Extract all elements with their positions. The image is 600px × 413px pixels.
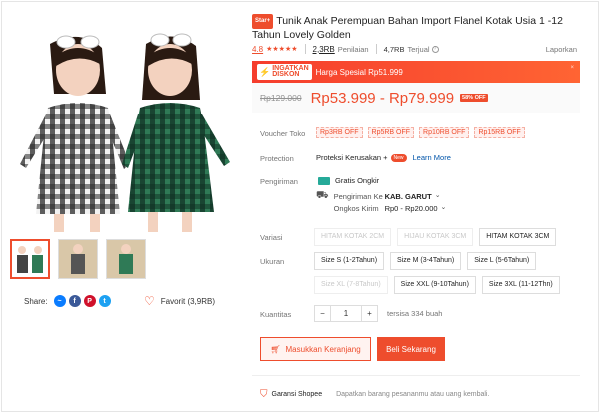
guarantee-row: ⛉ Garansi Shopee Dapatkan barang pesanan… xyxy=(260,389,489,400)
twitter-icon[interactable]: t xyxy=(98,295,111,307)
free-shipping-text: Gratis Ongkir xyxy=(335,176,380,185)
pinterest-icon[interactable]: P xyxy=(83,295,96,307)
stats-divider xyxy=(375,44,377,54)
protection-label: Protection xyxy=(260,154,294,163)
new-badge: New xyxy=(390,153,407,162)
size-option[interactable]: Size XXL (9-10Tahun) xyxy=(393,276,476,294)
variation-option[interactable]: HITAM KOTAK 3CM xyxy=(479,228,557,246)
chevron-down-icon[interactable]: ⌄ xyxy=(441,203,447,215)
thumbnail-strip xyxy=(10,239,146,279)
protection-row: Proteksi Kerusakan + New Learn More xyxy=(316,153,451,162)
thumbnail-3[interactable] xyxy=(106,239,146,279)
free-shipping-icon xyxy=(318,176,330,185)
favorite-label: Favorit (3,9RB) xyxy=(160,296,215,306)
report-link[interactable]: Laporkan xyxy=(546,45,577,54)
learn-more-link[interactable]: Learn More xyxy=(413,153,451,162)
shipping-cost-label: Ongkos Kirim xyxy=(333,204,379,213)
rating-value[interactable]: 4.8 xyxy=(252,45,263,54)
bolt-icon: ⚡ xyxy=(259,66,271,77)
voucher-chip[interactable]: Rp10RB OFF xyxy=(419,127,470,138)
flash-sale-text: Harga Spesial Rp51.999 xyxy=(315,67,403,77)
thumbnail-1[interactable] xyxy=(10,239,50,279)
add-to-cart-label: Masukkan Keranjang xyxy=(285,344,361,354)
share-label: Share: xyxy=(24,296,48,306)
favorite-button[interactable]: ♡ Favorit (3,9RB) xyxy=(144,295,215,307)
messenger-icon[interactable]: ~ xyxy=(53,295,66,307)
voucher-chip[interactable]: Rp5RB OFF xyxy=(367,127,415,138)
share-row: Share: ~ f P t xyxy=(24,295,111,307)
size-option[interactable]: Size M (3-4Tahun) xyxy=(390,252,462,270)
quantity-stepper: − 1 + tersisa 334 buah xyxy=(314,305,442,322)
decrease-button[interactable]: − xyxy=(314,305,331,322)
guarantee-description: Dapatkan barang pesananmu atau uang kemb… xyxy=(336,391,490,398)
size-option[interactable]: Size S (1-2Tahun) xyxy=(314,252,385,270)
buy-now-label: Beli Sekarang xyxy=(386,344,436,354)
sold-label: Terjual xyxy=(407,44,430,54)
truck-icon: ⛟ xyxy=(316,190,329,201)
variation-label: Variasi xyxy=(260,233,283,242)
voucher-chip[interactable]: Rp15RB OFF xyxy=(474,127,525,138)
protection-text: Proteksi Kerusakan + xyxy=(316,153,388,162)
rating-label: Penilaian xyxy=(337,44,369,54)
current-price: Rp53.999 - Rp79.999 xyxy=(310,89,455,107)
variation-options: HITAM KOTAK 2CM HIJAU KOTAK 3CM HITAM KO… xyxy=(314,228,582,246)
product-stats: 4.8 ★★★★★ 2,3RB Penilaian 4,7RB Terjual … xyxy=(252,44,577,54)
product-title-text: Tunik Anak Perempuan Bahan Import Flanel… xyxy=(252,15,563,41)
size-options: Size S (1-2Tahun) Size M (3-4Tahun) Size… xyxy=(314,252,564,294)
flash-sale-banner: ⚡ INGATKAN DISKON Harga Spesial Rp51.999 … xyxy=(252,61,580,83)
ingatkan-diskon-logo: ⚡ INGATKAN DISKON xyxy=(257,64,312,80)
voucher-label: Voucher Toko xyxy=(260,129,306,138)
variation-option[interactable]: HIJAU KOTAK 3CM xyxy=(397,228,474,246)
ship-to-label: Pengiriman Ke xyxy=(333,192,383,201)
star-plus-badge: Star+ xyxy=(252,14,274,29)
close-icon[interactable]: × xyxy=(570,65,574,71)
flash-logo-line2: DISKON xyxy=(272,71,300,78)
variation-option[interactable]: HITAM KOTAK 2CM xyxy=(314,228,392,246)
ship-to-value[interactable]: KAB. GARUT xyxy=(385,191,432,203)
add-to-cart-button[interactable]: 🛒︎ Masukkan Keranjang xyxy=(260,337,371,361)
main-product-image[interactable] xyxy=(10,14,240,234)
stats-divider xyxy=(304,44,306,54)
buy-now-button[interactable]: Beli Sekarang xyxy=(377,337,445,361)
cart-icon: 🛒︎ xyxy=(270,344,281,354)
chevron-down-icon[interactable]: ⌄ xyxy=(435,191,441,203)
original-price: Rp129.000 xyxy=(260,93,302,103)
size-option[interactable]: Size L (5-6Tahun) xyxy=(467,252,537,270)
size-label: Ukuran xyxy=(260,257,285,266)
sold-count: 4,7RB xyxy=(383,44,405,54)
thumbnail-2[interactable] xyxy=(58,239,98,279)
shield-icon: ⛉ xyxy=(260,389,268,400)
rating-stars: ★★★★★ xyxy=(266,46,298,53)
quantity-label: Kuantitas xyxy=(260,310,292,319)
price-box: Rp129.000 Rp53.999 - Rp79.999 58% OFF xyxy=(252,83,580,113)
shipping-label: Pengiriman xyxy=(260,177,298,186)
size-option[interactable]: Size 3XL (11-12Thn) xyxy=(481,276,560,294)
discount-badge: 58% OFF xyxy=(460,94,488,102)
increase-button[interactable]: + xyxy=(361,305,378,322)
quantity-input[interactable]: 1 xyxy=(331,305,361,322)
shipping-destination: ⛟ Pengiriman Ke KAB. GARUT ⌄ Ongkos Kiri… xyxy=(316,191,446,215)
facebook-icon[interactable]: f xyxy=(68,295,81,307)
voucher-list: Rp3RB OFF Rp5RB OFF Rp10RB OFF Rp15RB OF… xyxy=(316,127,525,138)
divider xyxy=(252,375,580,376)
help-icon[interactable]: ? xyxy=(431,45,439,53)
shipping-cost-value[interactable]: Rp0 - Rp20.000 xyxy=(385,203,438,215)
size-option[interactable]: Size XL (7-8Tahun) xyxy=(314,276,388,294)
stock-text: tersisa 334 buah xyxy=(387,309,443,318)
voucher-chip[interactable]: Rp3RB OFF xyxy=(316,127,363,138)
rating-count[interactable]: 2,3RB xyxy=(313,45,335,54)
product-title: Star+ Tunik Anak Perempuan Bahan Import F… xyxy=(252,14,587,42)
free-shipping-row: Gratis Ongkir xyxy=(318,176,379,185)
guarantee-name[interactable]: Garansi Shopee xyxy=(272,391,323,398)
heart-icon: ♡ xyxy=(144,294,155,308)
